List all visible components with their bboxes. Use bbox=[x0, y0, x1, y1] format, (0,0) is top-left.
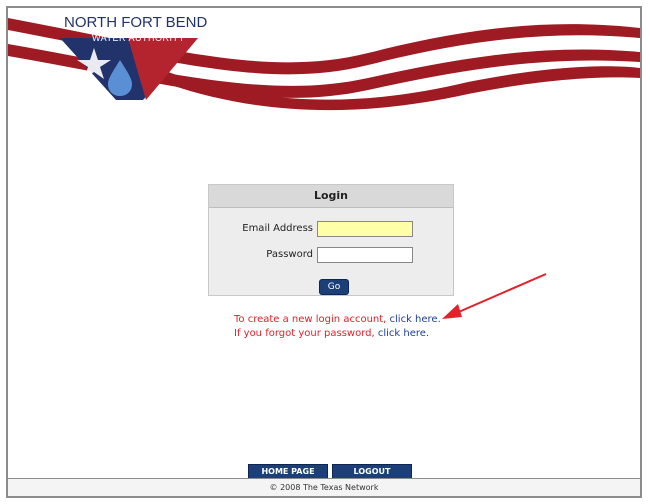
email-field[interactable] bbox=[317, 221, 413, 237]
login-title: Login bbox=[209, 185, 453, 208]
go-button[interactable]: Go bbox=[319, 279, 349, 295]
logo-subtitle: WATER AUTHORITY bbox=[92, 33, 185, 43]
create-account-note: To create a new login account, click her… bbox=[234, 314, 441, 325]
create-account-text: To create a new login account, bbox=[234, 314, 390, 325]
header-banner: NORTH FORT BEND WATER AUTHORITY bbox=[8, 8, 640, 118]
password-field[interactable] bbox=[317, 247, 413, 263]
email-row: Email Address bbox=[209, 221, 453, 239]
copyright-text: © 2008 The Texas Network bbox=[269, 483, 379, 492]
password-row: Password bbox=[209, 247, 453, 265]
create-account-link[interactable]: click here. bbox=[390, 314, 441, 325]
forgot-password-note: If you forgot your password, click here. bbox=[234, 328, 429, 339]
forgot-password-text: If you forgot your password, bbox=[234, 328, 378, 339]
logo-title: NORTH FORT BEND bbox=[64, 14, 208, 31]
copyright-bar: © 2008 The Texas Network bbox=[6, 478, 642, 498]
login-panel: Login Email Address Password Go bbox=[208, 184, 454, 296]
forgot-password-link[interactable]: click here. bbox=[378, 328, 429, 339]
page-frame: NORTH FORT BEND WATER AUTHORITY Login Em… bbox=[6, 6, 642, 498]
red-arrow-icon bbox=[438, 270, 550, 328]
password-label: Password bbox=[266, 249, 313, 260]
email-label: Email Address bbox=[242, 223, 313, 234]
